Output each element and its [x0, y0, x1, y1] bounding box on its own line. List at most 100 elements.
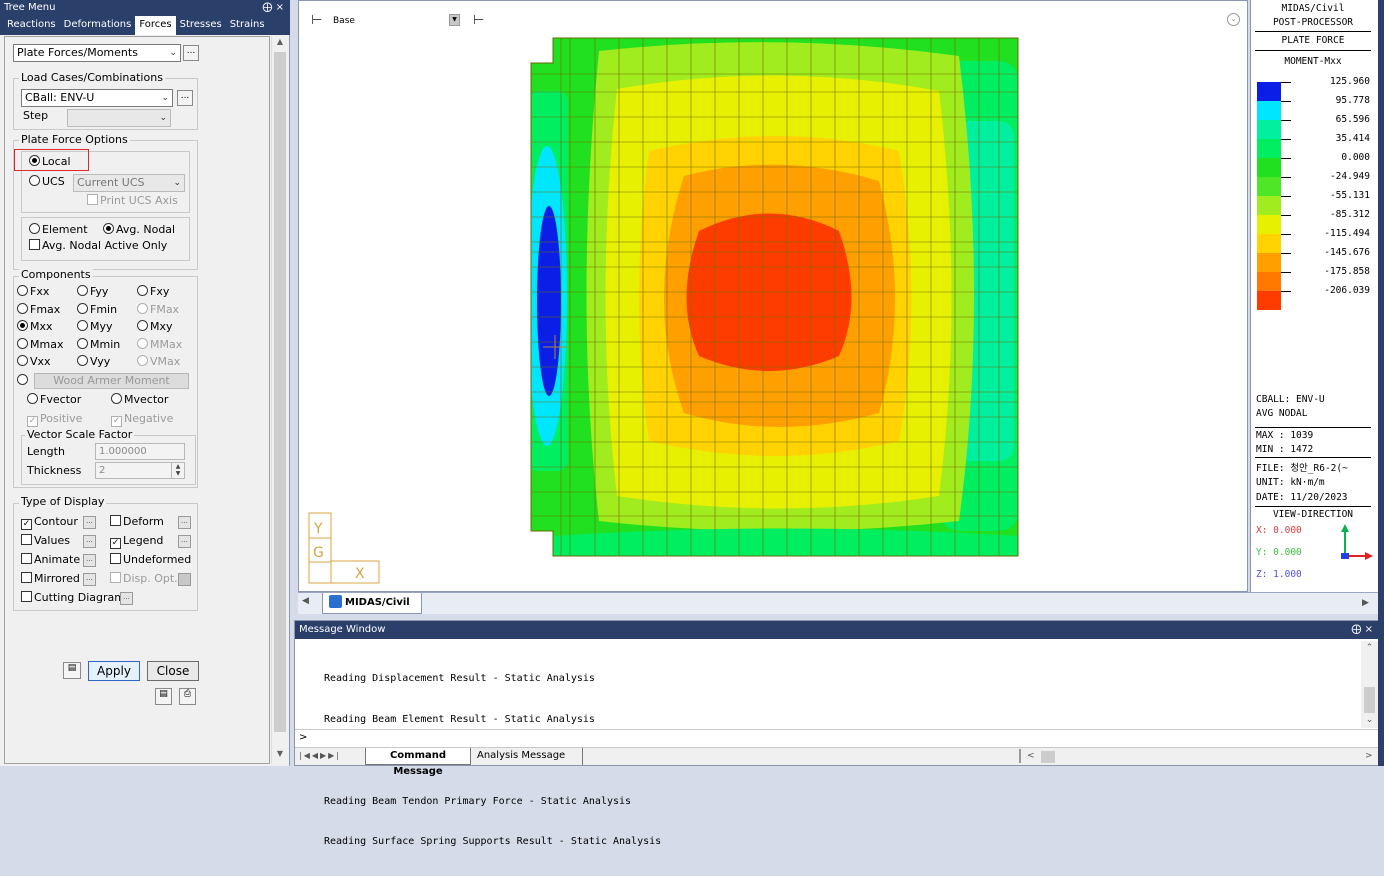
deform-options-button[interactable]: ... — [178, 516, 191, 529]
ucs-radio[interactable]: UCS — [29, 175, 65, 191]
undeformed-checkbox[interactable]: Undeformed — [110, 553, 191, 569]
tab-scroll-right-icon[interactable]: ▶ — [1362, 598, 1369, 608]
scroll-up-icon[interactable]: ▲ — [272, 37, 288, 51]
tab-command-message[interactable]: Command Message — [365, 748, 471, 777]
myy-radio[interactable]: Myy — [77, 320, 113, 336]
table-icon[interactable]: ▤ — [155, 688, 172, 705]
scroll-up-icon[interactable]: ⌃ — [1361, 643, 1378, 653]
checkmark-icon: ✓ — [110, 538, 121, 549]
message-window-pin-close-icon[interactable]: ⨁ × — [1351, 621, 1373, 639]
mmax-radio[interactable]: Mmax — [17, 338, 63, 354]
element-radio[interactable]: Element — [29, 223, 88, 239]
fxy-radio[interactable]: Fxy — [137, 285, 169, 301]
legend-divider — [1255, 31, 1371, 32]
avg-nodal-active-only-checkbox[interactable]: Avg. Nodal Active Only — [29, 239, 167, 255]
chart-icon[interactable]: ▤ — [63, 662, 81, 679]
legend-divider — [1255, 427, 1371, 428]
hscroll-thumb[interactable] — [1041, 751, 1055, 763]
pin-close-icon[interactable]: ⨁ × — [262, 0, 284, 16]
radio-selected-icon — [17, 320, 28, 331]
wood-armer-radio[interactable] — [17, 374, 30, 390]
disp-opt-checkbox[interactable]: Disp. Opt. — [110, 572, 178, 588]
tab-deformations[interactable]: Deformations — [60, 16, 136, 35]
hscroll-left-icon[interactable]: < — [1027, 751, 1035, 761]
mirrored-checkbox[interactable]: Mirrored — [21, 572, 80, 588]
radio-selected-icon — [103, 223, 114, 234]
checkbox-icon — [21, 591, 32, 602]
tab-strains[interactable]: Strains — [226, 16, 269, 35]
values-checkbox[interactable]: Values — [21, 534, 70, 550]
disp-opt-options-button[interactable] — [178, 573, 191, 586]
contour-options-button[interactable]: ... — [83, 516, 96, 529]
radio-icon — [77, 320, 88, 331]
local-radio[interactable]: Local — [29, 155, 71, 171]
vyy-radio[interactable]: Vyy — [77, 355, 110, 371]
mmin-radio[interactable]: Mmin — [77, 338, 120, 354]
fxx-radio[interactable]: Fxx — [17, 285, 49, 301]
load-case-select[interactable]: CBall: ENV-U ⌄ — [21, 89, 173, 107]
message-window-title: Message Window — [299, 624, 386, 635]
thickness-spinner-icon[interactable]: ▲ ▼ — [171, 463, 184, 478]
scroll-down-icon[interactable]: ▼ — [272, 749, 288, 763]
close-button[interactable]: Close — [147, 661, 199, 681]
load-case-options-button[interactable]: ... — [177, 90, 193, 106]
tab-reactions[interactable]: Reactions — [3, 16, 60, 35]
tab-analysis-message[interactable]: Analysis Message — [477, 748, 583, 765]
fmax-label: Fmax — [30, 303, 61, 316]
command-input[interactable]: > — [295, 729, 1379, 746]
mxx-radio[interactable]: Mxx — [17, 320, 53, 336]
tab-forces[interactable]: Forces — [135, 16, 176, 35]
print-ucs-axis-checkbox[interactable]: Print UCS Axis — [87, 194, 178, 210]
hscroll-right-icon[interactable]: > — [1365, 751, 1373, 761]
animate-options-button[interactable]: ... — [83, 554, 96, 567]
fmin-radio[interactable]: Fmin — [77, 303, 117, 319]
model-view[interactable]: ⊢ Base ▼ ⊢ ⌄ Y G X — [298, 0, 1248, 592]
legend-tick — [1281, 215, 1291, 216]
legend-value: -24.949 — [1329, 171, 1370, 182]
scroll-down-icon[interactable]: ⌄ — [1361, 715, 1378, 725]
radio-icon — [27, 393, 38, 404]
tab-scroll-left-icon[interactable]: ◀ — [302, 596, 309, 606]
tree-menu-scrollbar[interactable]: ▲ ▼ — [271, 36, 288, 764]
tab-stresses[interactable]: Stresses — [176, 16, 226, 35]
step-select[interactable]: ⌄ — [67, 109, 171, 127]
print-icon[interactable]: ⎙ — [179, 688, 196, 705]
fmax-radio[interactable]: Fmax — [17, 303, 60, 319]
vxx-radio[interactable]: Vxx — [17, 355, 51, 371]
tab-navigation-icons[interactable]: |◀◀▶▶| — [299, 751, 341, 760]
tab-midas-civil[interactable]: MIDAS/Civil — [322, 593, 422, 614]
deform-checkbox[interactable]: Deform — [110, 515, 164, 531]
avg-nodal-radio[interactable]: Avg. Nodal — [103, 223, 175, 239]
contour-checkbox[interactable]: ✓ Contour — [21, 515, 78, 531]
length-input[interactable]: 1.000000 — [95, 443, 185, 460]
message-line: Reading Beam Tendon Primary Force - Stat… — [324, 795, 632, 807]
mmax-abs-radio[interactable]: MMax — [137, 338, 182, 354]
mxy-radio[interactable]: Mxy — [137, 320, 173, 336]
scrollbar-thumb[interactable] — [274, 52, 286, 732]
message-scrollbar[interactable]: ⌃ ⌄ — [1361, 641, 1378, 728]
cutting-diagram-checkbox[interactable]: Cutting Diagram — [21, 591, 125, 607]
fvector-radio[interactable]: Fvector — [27, 393, 81, 409]
mvector-radio[interactable]: Mvector — [111, 393, 168, 409]
ucs-select[interactable]: Current UCS ⌄ — [73, 174, 185, 192]
legend-checkbox[interactable]: ✓ Legend — [110, 534, 163, 550]
positive-checkbox[interactable]: ✓ Positive — [27, 412, 82, 428]
vmax-radio[interactable]: VMax — [137, 355, 180, 371]
splitter[interactable] — [1019, 749, 1021, 763]
fmax-abs-radio[interactable]: FMax — [137, 303, 179, 319]
load-case-value: CBall: ENV-U — [25, 91, 95, 104]
mirrored-options-button[interactable]: ... — [83, 573, 96, 586]
negative-checkbox[interactable]: ✓ Negative — [111, 412, 173, 428]
legend-view-x: X: 0.000 — [1256, 525, 1302, 536]
cutting-diagram-options-button[interactable]: ... — [120, 592, 133, 605]
scrollbar-thumb[interactable] — [1364, 687, 1375, 713]
legend-avg: AVG NODAL — [1256, 408, 1308, 419]
animate-checkbox[interactable]: Animate — [21, 553, 80, 569]
legend-options-button[interactable]: ... — [178, 535, 191, 548]
wood-armer-moment-button[interactable]: Wood Armer Moment — [34, 373, 189, 389]
result-type-select[interactable]: Plate Forces/Moments ⌄ — [13, 44, 181, 62]
result-type-options-button[interactable]: ... — [183, 45, 199, 61]
fyy-radio[interactable]: Fyy — [77, 285, 108, 301]
apply-button[interactable]: Apply — [88, 661, 140, 681]
values-options-button[interactable]: ... — [83, 535, 96, 548]
